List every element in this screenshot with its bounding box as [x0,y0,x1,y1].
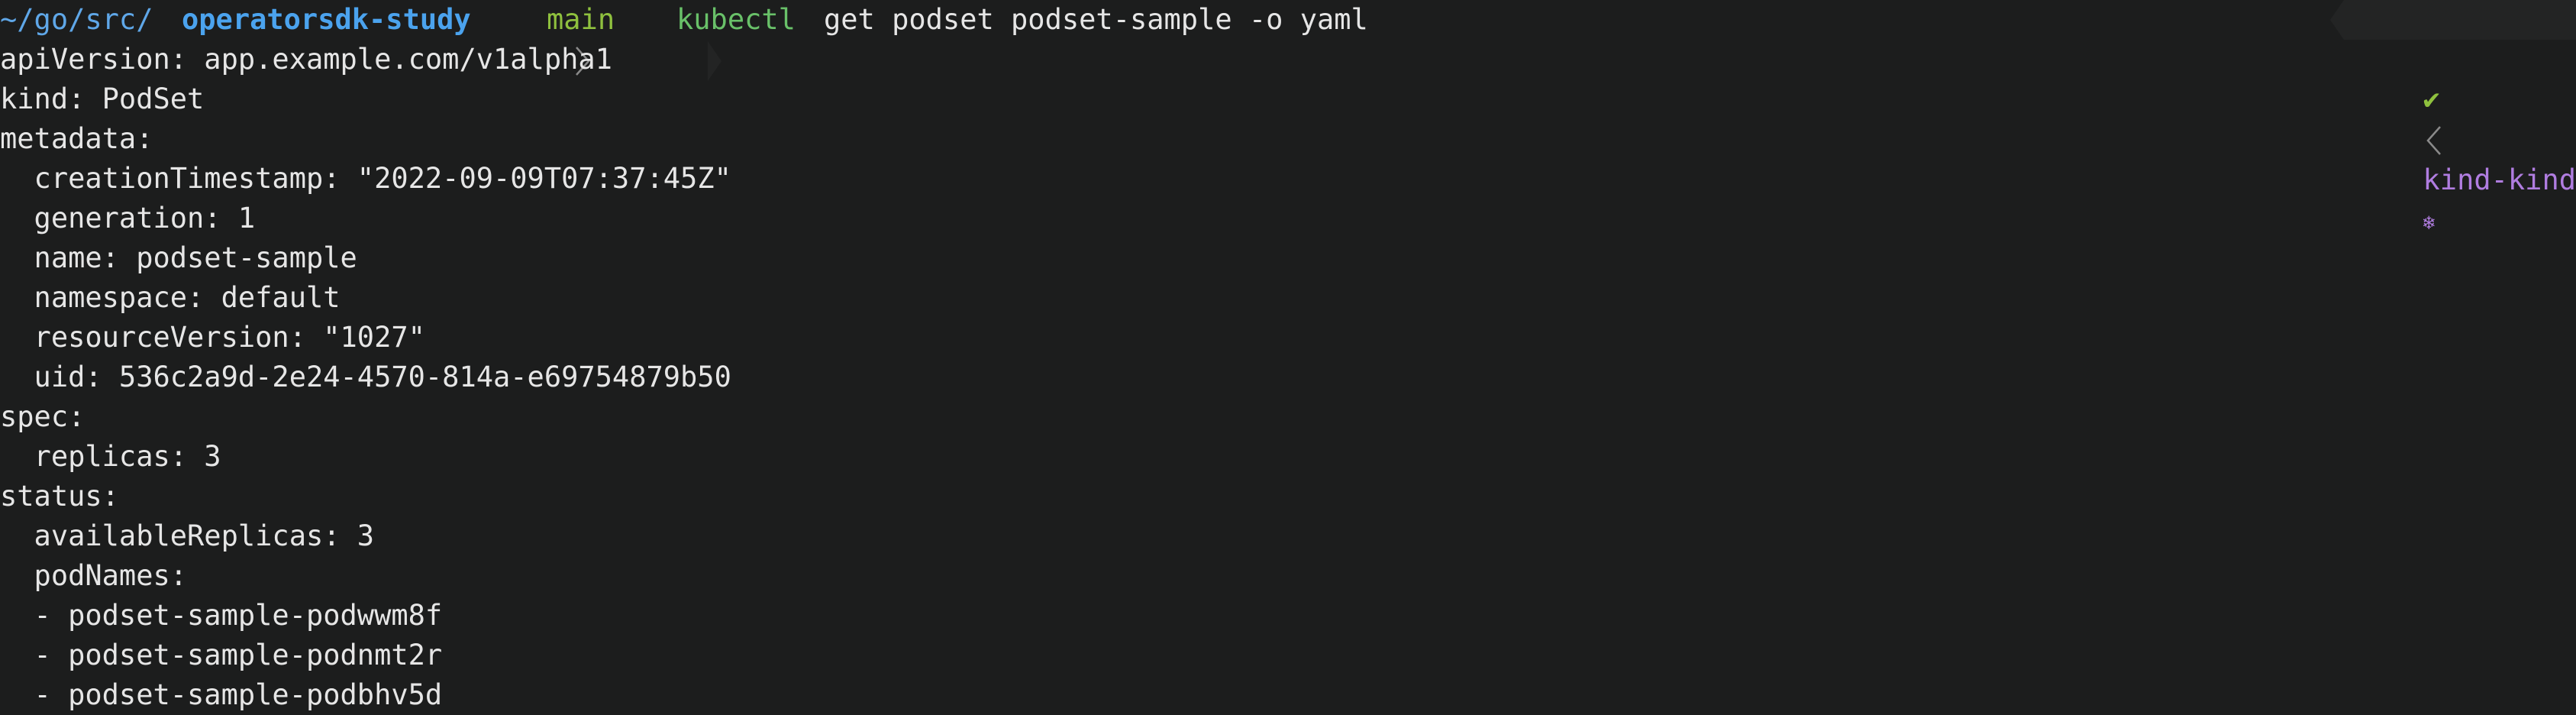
output-line: uid: 536c2a9d-2e24-4570-814a-e69754879b5… [0,361,731,393]
output-line: podNames: [0,559,188,592]
output-line: apiVersion: app.example.com/v1alpha1 [0,43,612,76]
output-line: resourceVersion: "1027" [0,321,425,354]
command-name: kubectl [676,3,796,36]
output-line: generation: 1 [0,202,256,235]
output-line: replicas: 3 [0,440,221,473]
git-branch: main [547,3,615,36]
command-arguments: get podset podset-sample -o yaml [824,3,1368,36]
output-line: name: podset-sample [0,241,357,274]
output-line: kind: PodSet [0,82,205,115]
terminal-prompt-line: ~/go/src/ operatorsdk-study main kubectl… [0,0,2576,235]
path-prefix: ~/go/src/ [0,3,153,36]
output-line: metadata: [0,122,153,155]
output-line: status: [0,480,119,513]
output-line: - podset-sample-podbhv5d [0,678,443,711]
current-directory: operatorsdk-study [182,3,471,36]
output-line: availableReplicas: 3 [0,519,375,552]
output-line: spec: [0,400,86,433]
status-panel: ✔ kind-kind ❄ [2330,0,2576,235]
output-line: creationTimestamp: "2022-09-09T07:37:45Z… [0,162,731,195]
output-line: - podset-sample-podnmt2r [0,639,443,671]
output-line: - podset-sample-podwwm8f [0,599,443,632]
command-output: apiVersion: app.example.com/v1alpha1 kin… [0,40,2576,715]
output-line: namespace: default [0,281,341,314]
